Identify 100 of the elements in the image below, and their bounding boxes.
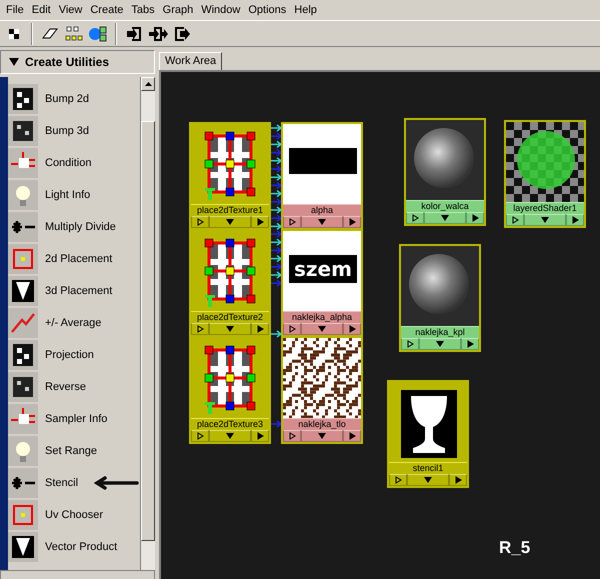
node-label: kolor_walca (406, 200, 484, 212)
triangle-icon (256, 218, 264, 226)
menu-item[interactable]: Tabs (127, 4, 159, 16)
utility-item[interactable]: Light Info (8, 179, 140, 211)
input-connections-icon[interactable] (124, 24, 144, 42)
utility-item[interactable]: Projection (8, 339, 140, 371)
node-card[interactable]: kolor_walca (404, 118, 486, 226)
utility-item[interactable]: Bump 3d (8, 115, 140, 147)
down-triangle-icon (436, 341, 444, 347)
menu-button[interactable] (301, 430, 343, 442)
node-label: naklejka_tlo (283, 418, 361, 430)
utility-item[interactable]: 2d Placement (8, 243, 140, 275)
menu-item[interactable]: Help (290, 4, 321, 16)
utility-item[interactable]: Reverse (8, 371, 140, 403)
menu-item[interactable]: View (54, 4, 86, 16)
node-card[interactable]: layeredShader1 (504, 120, 586, 228)
input-output-connections-icon[interactable] (148, 24, 168, 42)
output-port-button[interactable] (251, 430, 269, 442)
input-port-button[interactable] (283, 430, 301, 442)
output-port-button[interactable] (466, 212, 484, 224)
checker-icon (8, 84, 38, 114)
graph-canvas[interactable]: place2dTexture1 alpha place2dTexture2 szem naklejka_alpha place2dTexture3 naklejka_tlo kolor_walca layeredShader1 naklejka_kpl stencil1 R_5 (159, 70, 600, 579)
utility-label: Uv Chooser (45, 509, 104, 521)
input-port-button[interactable] (191, 216, 209, 228)
node-card[interactable]: szem naklejka_alpha (281, 229, 363, 337)
node-card[interactable]: place2dTexture2 (189, 229, 271, 337)
utility-item[interactable]: 3d Placement (8, 275, 140, 307)
section-header[interactable]: Create Utilities (0, 50, 155, 74)
input-port-button[interactable] (283, 323, 301, 335)
triangle-icon (454, 476, 462, 484)
input-port-button[interactable] (191, 323, 209, 335)
graph-nodes-icon[interactable] (88, 24, 108, 42)
menu-item[interactable]: Window (197, 4, 244, 16)
output-port-button[interactable] (461, 338, 479, 350)
node-card[interactable]: place2dTexture1 (189, 122, 271, 230)
triangle-icon (394, 476, 402, 484)
scroll-thumb[interactable] (141, 121, 155, 541)
utility-item[interactable]: +/- Average (8, 307, 140, 339)
menu-button[interactable] (301, 323, 343, 335)
scrollbar[interactable] (140, 77, 155, 570)
utility-label: Light Info (45, 189, 90, 201)
triangle-icon (256, 325, 264, 333)
triangle-icon (348, 218, 356, 226)
output-port-button[interactable] (251, 216, 269, 228)
input-port-button[interactable] (401, 338, 419, 350)
utility-label: Reverse (45, 381, 86, 393)
utility-label: Bump 2d (45, 93, 90, 105)
down-triangle-icon (226, 219, 234, 225)
section-header[interactable] (0, 570, 155, 579)
node-card[interactable]: alpha (281, 122, 363, 230)
output-port-button[interactable] (343, 323, 361, 335)
output-port-button[interactable] (251, 323, 269, 335)
node-card[interactable]: place2dTexture3 (189, 336, 271, 444)
input-port-button[interactable] (283, 216, 301, 228)
down-triangle-icon (541, 217, 549, 223)
utility-item[interactable]: Stencil (8, 467, 140, 499)
output-connections-icon[interactable] (172, 24, 192, 42)
tab[interactable]: Work Area (159, 52, 222, 70)
menu-button[interactable] (424, 212, 466, 224)
input-port-button[interactable] (191, 430, 209, 442)
node-label: stencil1 (389, 462, 467, 474)
utility-item[interactable]: Bump 2d (8, 83, 140, 115)
utility-item[interactable]: Set Range (8, 435, 140, 467)
expand-triangle-icon (9, 58, 19, 66)
input-port-button[interactable] (506, 214, 524, 226)
output-port-button[interactable] (343, 430, 361, 442)
menu-item[interactable]: Create (86, 4, 128, 16)
utility-item[interactable]: Vector Product (8, 531, 140, 563)
menu-item[interactable]: Edit (28, 4, 55, 16)
menu-button[interactable] (301, 216, 343, 228)
section-title: Create Utilities (25, 55, 110, 69)
triangle-icon (572, 216, 578, 224)
node-card[interactable]: naklejka_kpl (399, 244, 481, 352)
menu-item[interactable]: Graph (158, 4, 198, 16)
menu-button[interactable] (407, 474, 449, 486)
menu-item[interactable]: Options (244, 4, 290, 16)
utility-item[interactable]: Uv Chooser (8, 499, 140, 531)
swatch-text: szem (294, 257, 352, 281)
node-label: layeredShader1 (506, 202, 584, 214)
node-card[interactable]: stencil1 (387, 380, 469, 488)
input-port-button[interactable] (406, 212, 424, 224)
multiply-divide-icon (8, 212, 38, 242)
utility-item[interactable]: Condition (8, 147, 140, 179)
output-port-button[interactable] (566, 214, 584, 226)
utility-item[interactable]: Sampler Info (8, 403, 140, 435)
output-port-button[interactable] (449, 474, 467, 486)
menu-button[interactable] (209, 323, 251, 335)
utility-item[interactable]: Multiply Divide (8, 211, 140, 243)
input-port-button[interactable] (389, 474, 407, 486)
menu-button[interactable] (209, 216, 251, 228)
node-card[interactable]: naklejka_tlo (281, 336, 363, 444)
menu-button[interactable] (419, 338, 461, 350)
output-port-button[interactable] (343, 216, 361, 228)
menu-button[interactable] (209, 430, 251, 442)
triangle-icon (196, 218, 204, 226)
menu-button[interactable] (524, 214, 566, 226)
menu-item[interactable]: File (2, 4, 28, 16)
utility-label: Multiply Divide (45, 221, 116, 233)
node-label: naklejka_alpha (283, 311, 361, 323)
nodes-icon[interactable] (64, 24, 84, 42)
